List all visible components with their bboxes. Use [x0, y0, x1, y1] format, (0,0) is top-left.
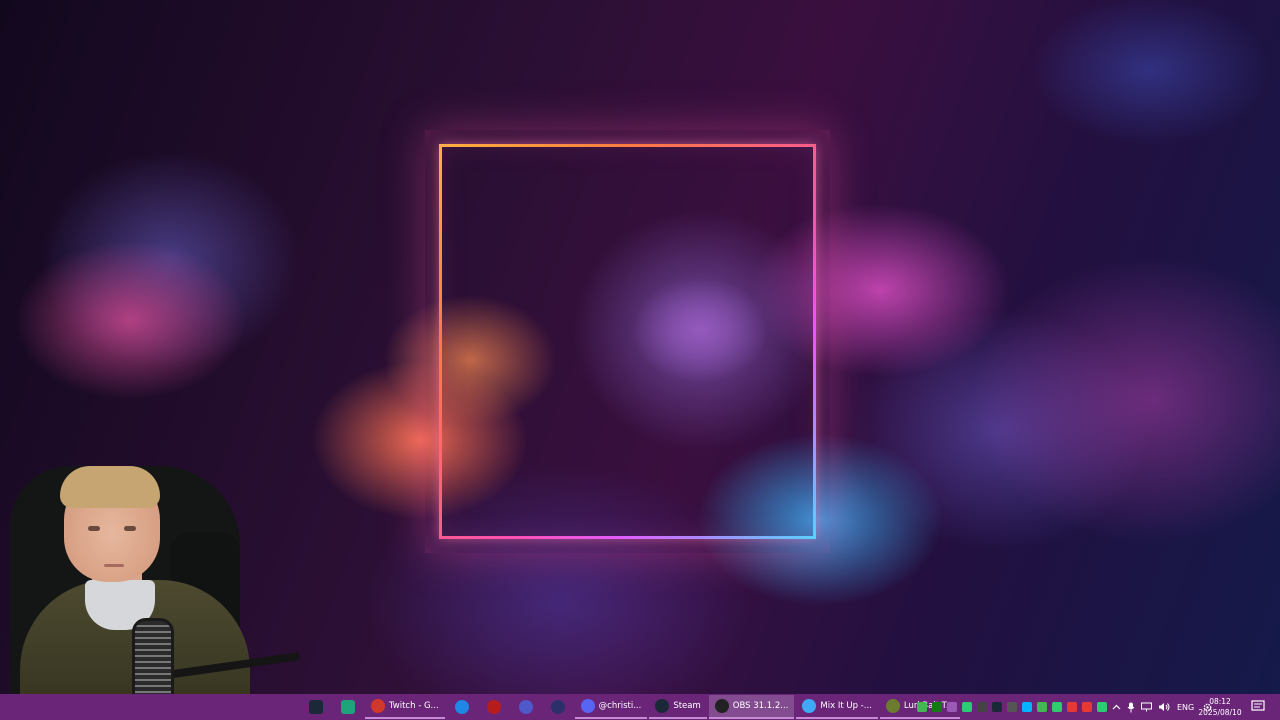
steam-pinned-icon[interactable]	[305, 696, 327, 718]
hair	[60, 466, 160, 508]
red-app-icon	[486, 700, 501, 714]
steam-icon	[655, 699, 670, 713]
tray-icon-5[interactable]	[991, 702, 1002, 712]
tray-icon-0[interactable]	[916, 702, 927, 712]
tray-icon-6[interactable]	[1006, 702, 1017, 712]
taskbar-app-mixitup[interactable]: Mix It Up -...	[796, 695, 878, 719]
steam-pinned-glyph-icon	[309, 700, 323, 714]
discord-icon	[580, 699, 595, 713]
taskbar-app-screen-app[interactable]	[547, 696, 569, 718]
twitch-icon	[371, 699, 385, 713]
left-eye	[88, 526, 100, 531]
lurkbait-icon	[885, 699, 900, 713]
mouth	[104, 564, 124, 567]
taskbar-app-label: @christi...	[598, 701, 642, 711]
notification-icon[interactable]	[1251, 700, 1265, 712]
taskbar-app-twitch[interactable]: Twitch - G...	[365, 695, 445, 719]
screen-app-icon	[550, 700, 565, 714]
mixitup-icon	[802, 699, 817, 713]
clock-time: 08:12	[1209, 697, 1231, 706]
taskbar-app-bing[interactable]	[451, 696, 473, 718]
tray-icon-8[interactable]	[1036, 702, 1047, 712]
tray-icon-4[interactable]	[976, 702, 987, 712]
system-tray: ENG	[914, 694, 1217, 720]
webcam-overlay	[0, 452, 300, 696]
tray-icon-1[interactable]	[931, 702, 942, 712]
taskbar-app-label: Mix It Up -...	[820, 701, 872, 711]
bing-icon	[454, 700, 469, 714]
taskbar-app-steam[interactable]: Steam	[649, 695, 707, 719]
tray-icon-7[interactable]	[1021, 702, 1032, 712]
taskbar: Twitch - G... @christi... Steam OBS 31.1.2.…	[0, 694, 1280, 720]
tray-icon-3[interactable]	[961, 702, 972, 712]
neon-frame	[439, 144, 816, 539]
taskbar-app-discord[interactable]: @christi...	[574, 695, 648, 719]
volume-icon[interactable]	[1158, 702, 1170, 712]
taskbar-app-teams[interactable]	[515, 696, 537, 718]
tray-icon-11[interactable]	[1081, 702, 1092, 712]
teams-icon	[518, 700, 533, 714]
tray-icon-2[interactable]	[946, 702, 957, 712]
microphone-icon[interactable]	[1127, 702, 1135, 713]
taskbar-app-label: OBS 31.1.2...	[732, 701, 789, 711]
tray-icon-9[interactable]	[1051, 702, 1062, 712]
language-indicator[interactable]: ENG	[1177, 703, 1194, 712]
chevron-up-icon[interactable]	[1112, 703, 1121, 712]
taskbar-app-label: Twitch - G...	[389, 701, 439, 711]
taskbar-clock[interactable]: 08:12 2025/08/10	[1196, 696, 1244, 718]
taskbar-apps: Twitch - G... @christi... Steam OBS 31.1.2.…	[300, 694, 961, 720]
clock-date: 2025/08/10	[1198, 708, 1242, 717]
green-app-icon[interactable]	[337, 696, 359, 718]
tray-icon-10[interactable]	[1066, 702, 1077, 712]
taskbar-app-red-app[interactable]	[483, 696, 505, 718]
tray-icon-12[interactable]	[1096, 702, 1107, 712]
taskbar-app-obs[interactable]: OBS 31.1.2...	[708, 695, 795, 719]
microphone	[132, 618, 174, 696]
right-eye	[124, 526, 136, 531]
green-app-glyph-icon	[341, 700, 355, 714]
taskbar-app-label: Steam	[673, 701, 701, 711]
obs-icon	[714, 699, 729, 713]
network-icon[interactable]	[1141, 702, 1152, 712]
